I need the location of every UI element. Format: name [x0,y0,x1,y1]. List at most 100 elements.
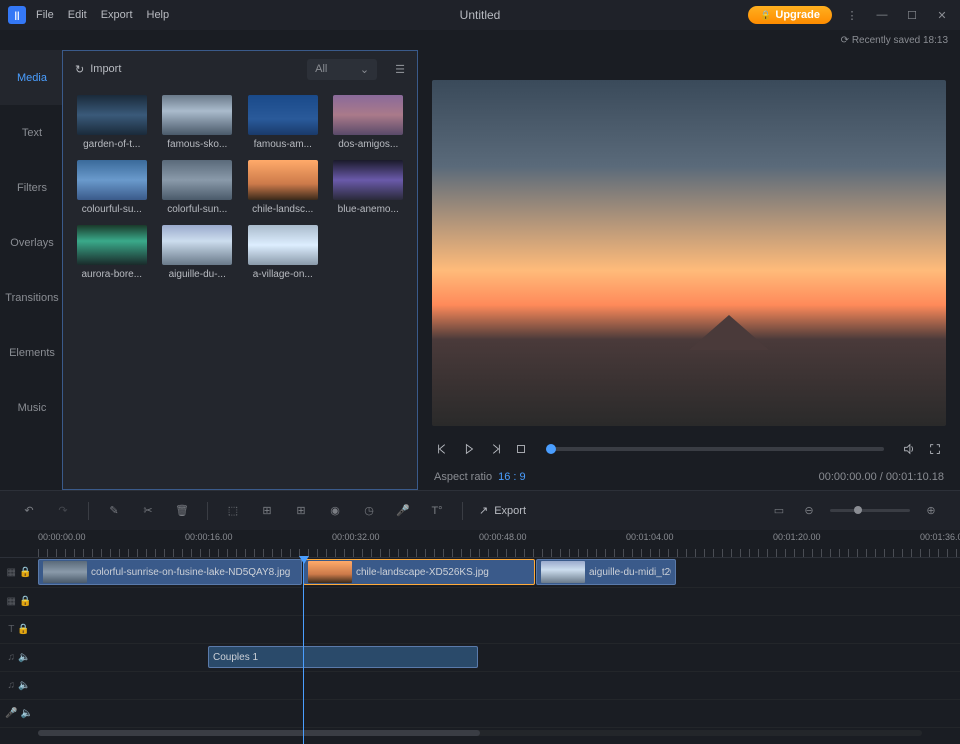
media-label: colourful-su... [82,204,142,215]
tab-transitions[interactable]: Transitions [0,270,62,325]
undo-button[interactable]: ↶ [20,502,38,520]
import-button[interactable]: ↻ Import [75,63,121,76]
title-bar: || File Edit Export Help Untitled Upgrad… [0,0,960,30]
media-item[interactable]: aurora-bore... [73,225,151,280]
grid-icon[interactable]: ⊞ [292,502,310,520]
prev-frame-button[interactable] [434,440,452,458]
menu-help[interactable]: Help [147,9,170,21]
clip-label: Couples 1 [213,652,258,663]
scrubber[interactable] [546,447,884,451]
lock-track-icon[interactable]: 🔒 [19,567,31,578]
upgrade-button[interactable]: Upgrade [748,6,832,24]
fit-icon[interactable]: ▭ [770,502,788,520]
media-thumbnail [162,95,232,135]
cut-icon[interactable]: ✂ [139,502,157,520]
close-button[interactable]: ✕ [932,5,952,25]
fullscreen-icon[interactable] [926,440,944,458]
list-view-icon[interactable]: ☰ [395,63,405,76]
minimize-button[interactable]: — [872,5,892,25]
delete-icon[interactable]: 🗑 [173,502,191,520]
media-item[interactable]: famous-am... [244,95,322,150]
media-item[interactable]: aiguille-du-... [159,225,237,280]
media-label: aurora-bore... [81,269,142,280]
text-tool-icon[interactable]: T° [428,502,446,520]
timeline-clip[interactable]: aiguille-du-midi_t20 [536,559,676,585]
document-title: Untitled [460,8,501,22]
tab-text[interactable]: Text [0,105,62,160]
menu-edit[interactable]: Edit [68,9,87,21]
volume-icon[interactable] [900,440,918,458]
media-item[interactable]: dos-amigos... [330,95,408,150]
media-item[interactable]: garden-of-t... [73,95,151,150]
ruler-mark: 00:00:00.00 [38,532,86,542]
voice-track[interactable]: 🎤🔈 [0,700,960,728]
clip-thumbnail [541,561,585,583]
zoom-in-icon[interactable]: ⊕ [922,502,940,520]
media-label: a-village-on... [253,269,313,280]
play-button[interactable] [460,440,478,458]
media-item[interactable]: a-village-on... [244,225,322,280]
media-thumbnail [248,95,318,135]
camera-icon[interactable]: ◉ [326,502,344,520]
mute-icon[interactable]: 🔈 [18,680,30,691]
import-icon: ↻ [75,63,84,76]
zoom-slider[interactable] [830,509,910,512]
preview-panel: Aspect ratio16 : 9 00:00:00.00 / 00:01:1… [418,50,960,490]
audio-track-2[interactable]: ♫🔈 [0,672,960,700]
tab-media[interactable]: Media [0,50,62,105]
media-item[interactable]: colorful-sun... [159,160,237,215]
timeline-ruler[interactable]: 00:00:00.0000:00:16.0000:00:32.0000:00:4… [0,530,960,558]
menu-file[interactable]: File [36,9,54,21]
audio-track-1[interactable]: ♫🔈 Couples 1 [0,644,960,672]
clip-label: aiguille-du-midi_t20 [589,567,671,578]
clock-icon[interactable]: ◷ [360,502,378,520]
export-icon: ↗ [479,504,488,517]
maximize-button[interactable]: ☐ [902,5,922,25]
zoom-out-icon[interactable]: ⊖ [800,502,818,520]
filter-dropdown[interactable]: All ⌄ [307,59,377,80]
media-item[interactable]: colourful-su... [73,160,151,215]
lock-track-icon[interactable]: 🔒 [17,624,29,635]
media-label: chile-landsc... [252,204,313,215]
preview-canvas[interactable] [432,80,946,426]
timeline-clip[interactable]: colorful-sunrise-on-fusine-lake-ND5QAY8.… [38,559,302,585]
tab-music[interactable]: Music [0,380,62,435]
crop-icon[interactable]: ⬚ [224,502,242,520]
media-item[interactable]: chile-landsc... [244,160,322,215]
ruler-mark: 00:01:20.00 [773,532,821,542]
playhead[interactable] [303,558,304,744]
tab-elements[interactable]: Elements [0,325,62,380]
timeline-clip[interactable]: chile-landscape-XD526KS.jpg [303,559,535,585]
tab-filters[interactable]: Filters [0,160,62,215]
mute-icon[interactable]: 🔈 [21,708,33,719]
next-frame-button[interactable] [486,440,504,458]
text-track[interactable]: T🔒 [0,616,960,644]
more-icon[interactable]: ⋮ [842,5,862,25]
menu-export[interactable]: Export [101,9,133,21]
clip-thumbnail [308,561,352,583]
export-button[interactable]: ↗ Export [479,504,526,517]
redo-button[interactable]: ↷ [54,502,72,520]
media-label: garden-of-t... [83,139,140,150]
video-track[interactable]: ▦🔒 colorful-sunrise-on-fusine-lake-ND5QA… [0,558,960,588]
media-panel: ↻ Import All ⌄ ☰ garden-of-t... famous-sk… [62,50,418,490]
edit-icon[interactable]: ✎ [105,502,123,520]
lock-icon [760,9,771,21]
add-icon[interactable]: ⊞ [258,502,276,520]
overlay-track[interactable]: ▦🔒 [0,588,960,616]
tab-overlays[interactable]: Overlays [0,215,62,270]
mic-icon[interactable]: 🎤 [394,502,412,520]
ruler-mark: 00:00:16.00 [185,532,233,542]
mute-icon[interactable]: 🔈 [18,652,30,663]
lock-track-icon[interactable]: 🔒 [19,596,31,607]
audio-clip[interactable]: Couples 1 [208,646,478,668]
media-thumbnail [77,160,147,200]
media-item[interactable]: blue-anemo... [330,160,408,215]
clip-thumbnail [43,561,87,583]
media-item[interactable]: famous-sko... [159,95,237,150]
horizontal-scrollbar[interactable] [0,728,960,738]
mic-track-icon: 🎤 [5,708,17,719]
audio-track-icon: ♫ [8,680,16,691]
stop-button[interactable] [512,440,530,458]
audio-track-icon: ♫ [8,652,16,663]
